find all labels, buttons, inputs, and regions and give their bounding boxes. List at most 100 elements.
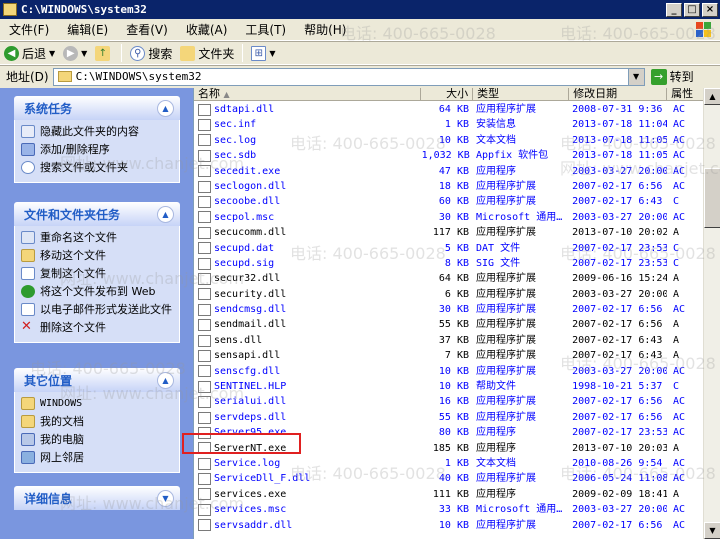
chevron-down-icon[interactable]: ▼ (81, 49, 87, 58)
place-my-computer[interactable]: 我的电脑 (21, 432, 173, 450)
chevron-down-icon[interactable]: ▼ (49, 49, 55, 58)
file-row[interactable]: sendmail.dll 55 KB 应用程序扩展 2007-02-17 6:56 A (194, 317, 704, 332)
chevron-down-icon[interactable]: ▼ (269, 49, 275, 58)
file-row[interactable]: secupd.sig 8 KB SIG 文件 2007-02-17 23:53 C (194, 256, 704, 271)
file-row[interactable]: sdtapi.dll 64 KB 应用程序扩展 2008-07-31 9:36 AC (194, 102, 704, 117)
file-row[interactable]: services.msc 33 KB Microsoft 通用… 2003-03-27… (194, 502, 704, 517)
globe-icon (21, 285, 35, 298)
file-date: 2009-06-16 15:24 (572, 273, 667, 285)
forward-button[interactable]: ▶ ▼ (59, 45, 91, 61)
details-header[interactable]: 详细信息 ▼ (14, 486, 180, 510)
file-type: 应用程序扩展 (476, 519, 537, 531)
task-move[interactable]: 移动这个文件 (21, 248, 173, 266)
file-attr: C (672, 196, 680, 208)
file-name: senscfg.dll (214, 365, 281, 377)
scroll-thumb[interactable] (704, 168, 720, 228)
file-name: sensapi.dll (214, 350, 281, 362)
place-my-documents[interactable]: 我的文档 (21, 414, 173, 432)
minimize-button[interactable]: _ (666, 2, 682, 17)
task-copy[interactable]: 复制这个文件 (21, 266, 173, 284)
task-hide-contents[interactable]: 隐藏此文件夹的内容 (21, 124, 173, 142)
views-button[interactable]: ⊞ ▼ (247, 45, 279, 61)
file-row[interactable]: secedit.exe 47 KB 应用程序 2003-03-27 20:00 AC (194, 164, 704, 179)
file-row[interactable]: security.dll 6 KB 应用程序扩展 2003-03-27 20:00 A (194, 287, 704, 302)
file-icon (198, 242, 211, 255)
file-row[interactable]: serialui.dll 16 KB 应用程序扩展 2007-02-17 6:56 AC (194, 394, 704, 409)
file-size: 10 KB (438, 381, 470, 393)
menu-favorites[interactable]: 收藏(A) (177, 21, 237, 38)
file-row[interactable]: servdeps.dll 55 KB 应用程序扩展 2007-02-17 6:56 AC (194, 410, 704, 425)
file-row[interactable]: secpol.msc 30 KB Microsoft 通用… 2003-03-27 2… (194, 210, 704, 225)
file-row[interactable]: secoobe.dll 60 KB 应用程序扩展 2007-02-17 6:43 C (194, 194, 704, 209)
file-row[interactable]: services.exe 111 KB 应用程序 2009-02-09 18:41 A (194, 487, 704, 502)
place-windows[interactable]: WINDOWS (21, 396, 173, 414)
folders-button[interactable]: 文件夹 (176, 45, 238, 62)
file-name: secucomm.dll (214, 227, 287, 239)
file-size: 10 KB (438, 134, 470, 146)
collapse-icon[interactable]: ▲ (157, 99, 174, 117)
column-attributes[interactable]: 属性 (667, 88, 704, 100)
search-button[interactable]: ⚲ 搜索 (126, 45, 176, 62)
expand-icon[interactable]: ▼ (157, 489, 174, 507)
file-row[interactable]: sensapi.dll 7 KB 应用程序扩展 2007-02-17 6:43 A (194, 348, 704, 363)
menu-help[interactable]: 帮助(H) (295, 21, 355, 38)
file-row[interactable]: sendcmsg.dll 30 KB 应用程序扩展 2007-02-17 6:56 AC (194, 302, 704, 317)
file-row[interactable]: seclogon.dll 18 KB 应用程序扩展 2007-02-17 6:56 AC (194, 179, 704, 194)
task-rename[interactable]: 重命名这个文件 (21, 230, 173, 248)
scroll-down-icon[interactable]: ▼ (704, 522, 720, 539)
file-row[interactable]: sec.sdb 1,032 KB Appfix 软件包 2013-07-18 11:0… (194, 148, 704, 163)
file-name: sens.dll (214, 334, 263, 346)
task-search[interactable]: 搜索文件或文件夹 (21, 160, 173, 178)
scroll-up-icon[interactable]: ▲ (704, 88, 720, 105)
collapse-icon[interactable]: ▲ (157, 205, 174, 223)
menu-edit[interactable]: 编辑(E) (58, 21, 117, 38)
file-row[interactable]: Service.log 1 KB 文本文档 2010-08-26 9:54 AC (194, 456, 704, 471)
file-row[interactable]: secucomm.dll 117 KB 应用程序扩展 2013-07-10 20:02… (194, 225, 704, 240)
folder-icon (180, 45, 196, 61)
file-size: 30 KB (438, 304, 470, 316)
file-row[interactable]: ServiceDll_F.dll 40 KB 应用程序扩展 2006-05-24 11… (194, 471, 704, 486)
file-date: 2010-08-26 9:54 (572, 457, 663, 469)
file-name: serialui.dll (214, 396, 287, 408)
address-input[interactable]: C:\WINDOWS\system32 ▼ (52, 67, 645, 86)
file-size: 1 KB (444, 119, 470, 131)
file-tasks-header[interactable]: 文件和文件夹任务 ▲ (14, 202, 180, 226)
file-name: secoobe.dll (214, 196, 281, 208)
file-row[interactable]: secupd.dat 5 KB DAT 文件 2007-02-17 23:53 C (194, 241, 704, 256)
back-button[interactable]: ◀ 后退 ▼ (0, 45, 59, 62)
file-attr: C (672, 257, 680, 269)
file-row[interactable]: sec.log 10 KB 文本文档 2013-07-18 11:05 AC (194, 133, 704, 148)
other-places-header[interactable]: 其它位置 ▲ (14, 368, 180, 392)
menu-tools[interactable]: 工具(T) (236, 21, 295, 38)
menu-view[interactable]: 查看(V) (117, 21, 177, 38)
task-delete[interactable]: ✕ 删除这个文件 (21, 320, 173, 338)
column-size[interactable]: 大小 (421, 88, 474, 100)
file-size: 80 KB (438, 427, 470, 439)
close-button[interactable]: × (702, 2, 718, 17)
file-row[interactable]: secur32.dll 64 KB 应用程序扩展 2009-06-16 15:24 A (194, 271, 704, 286)
task-publish-web[interactable]: 将这个文件发布到 Web (21, 284, 173, 302)
vertical-scrollbar[interactable]: ▲ ▼ (703, 88, 720, 539)
file-row[interactable]: SENTINEL.HLP 10 KB 帮助文件 1998-10-21 5:37 C (194, 379, 704, 394)
task-add-remove[interactable]: 添加/删除程序 (21, 142, 173, 160)
maximize-button[interactable]: □ (684, 2, 700, 17)
column-name[interactable]: 名称 ▲ (194, 88, 422, 100)
back-arrow-icon: ◀ (4, 45, 19, 61)
up-button[interactable]: ↑ (91, 45, 117, 61)
task-email[interactable]: 以电子邮件形式发送此文件 (21, 302, 173, 320)
file-row[interactable]: senscfg.dll 10 KB 应用程序扩展 2003-03-27 20:00 AC (194, 364, 704, 379)
collapse-icon[interactable]: ▲ (157, 371, 174, 389)
file-row[interactable]: sens.dll 37 KB 应用程序扩展 2007-02-17 6:43 A (194, 333, 704, 348)
file-rows: sdtapi.dll 64 KB 应用程序扩展 2008-07-31 9:36 AC se… (194, 102, 704, 533)
column-modified[interactable]: 修改日期 (569, 88, 668, 100)
menu-file[interactable]: 文件(F) (0, 21, 58, 38)
column-type[interactable]: 类型 (473, 88, 570, 100)
file-row[interactable]: sec.inf 1 KB 安装信息 2013-07-18 11:04 AC (194, 117, 704, 132)
place-network[interactable]: 网上邻居 (21, 450, 173, 468)
address-dropdown[interactable]: ▼ (627, 68, 644, 85)
system-tasks-header[interactable]: 系统任务 ▲ (14, 96, 180, 120)
go-button[interactable]: → 转到 (650, 68, 694, 85)
file-type: 应用程序扩展 (476, 304, 537, 316)
file-name: SENTINEL.HLP (214, 381, 287, 393)
file-row[interactable]: servsaddr.dll 10 KB 应用程序扩展 2007-02-17 6:56 A… (194, 518, 704, 533)
